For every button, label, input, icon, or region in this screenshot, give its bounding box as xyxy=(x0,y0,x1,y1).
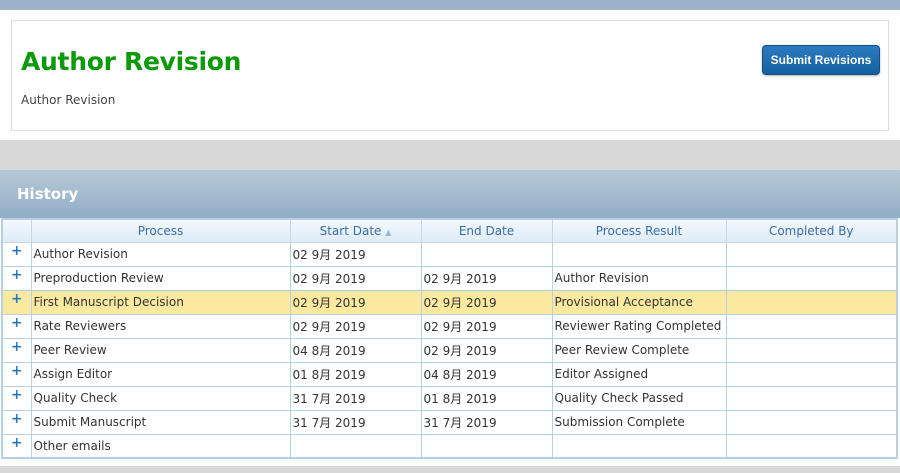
end-date-cell: 02 9月 2019 xyxy=(420,337,553,363)
expand-icon[interactable]: + xyxy=(1,313,32,339)
end-date-cell: 01 8月 2019 xyxy=(420,385,553,411)
process-cell: Submit Manuscript xyxy=(30,409,291,435)
history-title: History xyxy=(17,185,79,203)
start-date-cell xyxy=(289,433,422,459)
completed-by-cell xyxy=(725,385,898,411)
expand-icon[interactable]: + xyxy=(1,337,32,363)
table-row[interactable]: + Preproduction Review 02 9月 2019 02 9月 201… xyxy=(1,265,898,291)
completed-by-cell xyxy=(725,433,898,459)
column-header-start-date[interactable]: Start Date ▲ xyxy=(289,218,422,243)
start-date-cell: 01 8月 2019 xyxy=(289,361,422,387)
column-label: Start Date xyxy=(319,223,382,238)
expand-icon[interactable]: + xyxy=(1,265,32,291)
process-result-cell: Quality Check Passed xyxy=(551,385,727,411)
process-result-cell: Reviewer Rating Completed xyxy=(551,313,727,339)
sort-icon: ▲ xyxy=(385,227,392,237)
end-date-cell: 02 9月 2019 xyxy=(420,289,553,315)
process-cell: Author Revision xyxy=(30,241,291,267)
end-date-cell: 04 8月 2019 xyxy=(420,361,553,387)
revision-card: Author Revision Author Revision Submit R… xyxy=(11,20,889,131)
expand-icon[interactable]: + xyxy=(1,409,32,435)
table-row[interactable]: + Rate Reviewers 02 9月 2019 02 9月 2019 Revie… xyxy=(1,313,898,339)
table-row[interactable]: + Submit Manuscript 31 7月 2019 31 7月 2019 Su… xyxy=(1,409,898,435)
separator xyxy=(0,140,900,170)
process-cell: Quality Check xyxy=(30,385,291,411)
completed-by-cell xyxy=(725,241,898,267)
expand-icon[interactable]: + xyxy=(1,433,32,459)
submit-revisions-button[interactable]: Submit Revisions xyxy=(762,45,880,75)
completed-by-cell xyxy=(725,337,898,363)
expand-icon[interactable]: + xyxy=(1,361,32,387)
column-header-completed-by[interactable]: Completed By xyxy=(725,218,898,243)
start-date-cell: 02 9月 2019 xyxy=(289,241,422,267)
completed-by-cell xyxy=(725,361,898,387)
table-row[interactable]: + Quality Check 31 7月 2019 01 8月 2019 Qualit… xyxy=(1,385,898,411)
process-cell: First Manuscript Decision xyxy=(30,289,291,315)
process-cell: Assign Editor xyxy=(30,361,291,387)
start-date-cell: 31 7月 2019 xyxy=(289,409,422,435)
expand-icon[interactable]: + xyxy=(1,385,32,411)
completed-by-cell xyxy=(725,265,898,291)
table-row[interactable]: + Assign Editor 01 8月 2019 04 8月 2019 Editor… xyxy=(1,361,898,387)
completed-by-cell xyxy=(725,289,898,315)
start-date-cell: 04 8月 2019 xyxy=(289,337,422,363)
start-date-cell: 31 7月 2019 xyxy=(289,385,422,411)
history-header: History xyxy=(0,170,900,218)
process-cell: Other emails xyxy=(30,433,291,459)
start-date-cell: 02 9月 2019 xyxy=(289,265,422,291)
history-table: Process Start Date ▲ End Date Process Re… xyxy=(1,218,898,459)
completed-by-cell xyxy=(725,313,898,339)
end-date-cell xyxy=(420,241,553,267)
expand-icon[interactable]: + xyxy=(1,289,32,315)
process-result-cell xyxy=(551,433,727,459)
process-cell: Rate Reviewers xyxy=(30,313,291,339)
table-row[interactable]: + Other emails xyxy=(1,433,898,459)
end-date-cell: 02 9月 2019 xyxy=(420,313,553,339)
process-result-cell: Author Revision xyxy=(551,265,727,291)
table-row[interactable]: + First Manuscript Decision 02 9月 2019 02 9… xyxy=(1,289,898,315)
page-title: Author Revision xyxy=(21,47,242,76)
column-header-process[interactable]: Process xyxy=(30,218,291,243)
expand-icon[interactable]: + xyxy=(1,241,32,267)
end-date-cell: 31 7月 2019 xyxy=(420,409,553,435)
expand-column-header xyxy=(1,218,32,243)
process-result-cell xyxy=(551,241,727,267)
footer-band xyxy=(0,466,900,473)
table-row[interactable]: + Author Revision 02 9月 2019 xyxy=(1,241,898,267)
process-cell: Peer Review xyxy=(30,337,291,363)
process-cell: Preproduction Review xyxy=(30,265,291,291)
end-date-cell xyxy=(420,433,553,459)
process-result-cell: Peer Review Complete xyxy=(551,337,727,363)
process-result-cell: Editor Assigned xyxy=(551,361,727,387)
process-result-cell: Provisional Acceptance xyxy=(551,289,727,315)
end-date-cell: 02 9月 2019 xyxy=(420,265,553,291)
column-header-process-result[interactable]: Process Result xyxy=(551,218,727,243)
process-result-cell: Submission Complete xyxy=(551,409,727,435)
page-subtitle: Author Revision xyxy=(21,93,116,107)
column-header-end-date[interactable]: End Date xyxy=(420,218,553,243)
top-bar xyxy=(0,0,900,10)
completed-by-cell xyxy=(725,409,898,435)
table-row[interactable]: + Peer Review 04 8月 2019 02 9月 2019 Peer Rev… xyxy=(1,337,898,363)
start-date-cell: 02 9月 2019 xyxy=(289,313,422,339)
start-date-cell: 02 9月 2019 xyxy=(289,289,422,315)
